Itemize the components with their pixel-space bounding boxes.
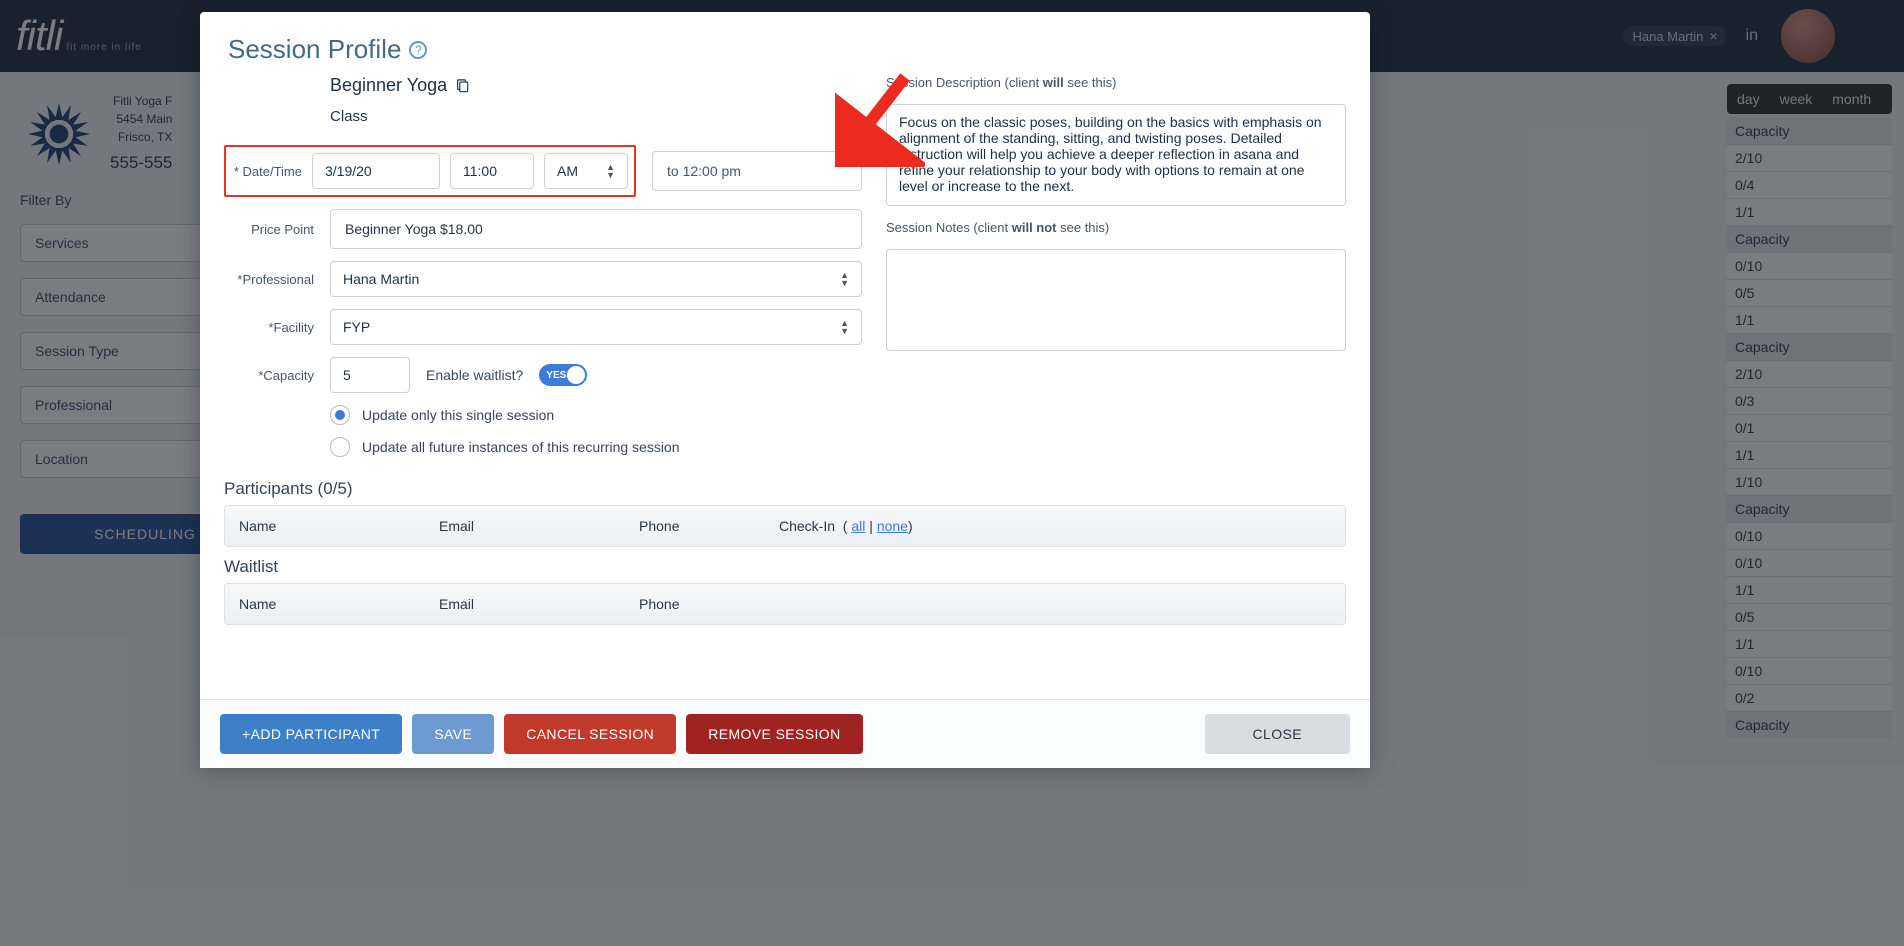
- session-type: Class: [330, 108, 862, 125]
- session-name-text: Beginner Yoga: [330, 75, 447, 96]
- end-time-display: to 12:00 pm: [652, 151, 862, 191]
- datetime-label: * Date/Time: [232, 164, 302, 179]
- description-input[interactable]: [886, 104, 1346, 206]
- professional-label: *Professional: [224, 272, 314, 287]
- waitlist-label: Enable waitlist?: [426, 367, 523, 383]
- session-profile-modal: Session Profile ? Beginner Yoga Class * …: [200, 12, 1370, 768]
- toggle-knob-icon: [567, 366, 585, 384]
- time-input[interactable]: [450, 153, 534, 189]
- th-phone: Phone: [639, 518, 779, 534]
- participants-title: Participants (0/5): [224, 479, 862, 499]
- datetime-row: * Date/Time AM ▲▼ to 12:00 pm: [224, 145, 862, 197]
- modal-footer: +ADD PARTICIPANT SAVE CANCEL SESSION REM…: [200, 699, 1370, 768]
- th-email: Email: [439, 518, 639, 534]
- remove-session-button[interactable]: REMOVE SESSION: [686, 714, 862, 754]
- capacity-label: *Capacity: [224, 368, 314, 383]
- date-input[interactable]: [312, 153, 440, 189]
- update-single-label: Update only this single session: [362, 407, 554, 423]
- checkin-all-link[interactable]: all: [851, 518, 865, 534]
- description-label: Session Description (client will see thi…: [886, 75, 1346, 90]
- chevron-updown-icon: ▲▼: [840, 319, 849, 335]
- modal-title: Session Profile ?: [200, 12, 1370, 75]
- cancel-session-button[interactable]: CANCEL SESSION: [504, 714, 676, 754]
- update-single-radio[interactable]: [330, 405, 350, 425]
- session-name: Beginner Yoga: [330, 75, 862, 96]
- notes-input[interactable]: [886, 249, 1346, 351]
- chevron-updown-icon: ▲▼: [606, 163, 615, 179]
- ampm-select[interactable]: AM ▲▼: [544, 153, 628, 189]
- update-all-label: Update all future instances of this recu…: [362, 439, 680, 455]
- update-all-radio[interactable]: [330, 437, 350, 457]
- facility-value: FYP: [343, 319, 370, 335]
- price-point-value[interactable]: Beginner Yoga $18.00: [330, 209, 862, 249]
- waitlist-title: Waitlist: [224, 557, 862, 577]
- copy-icon[interactable]: [455, 79, 469, 93]
- waitlist-toggle[interactable]: YES: [539, 364, 587, 386]
- th-phone: Phone: [639, 596, 779, 612]
- close-button[interactable]: CLOSE: [1205, 714, 1350, 754]
- add-participant-button[interactable]: +ADD PARTICIPANT: [220, 714, 402, 754]
- facility-select[interactable]: FYP ▲▼: [330, 309, 862, 345]
- save-button[interactable]: SAVE: [412, 714, 494, 754]
- th-name: Name: [239, 518, 439, 534]
- th-email: Email: [439, 596, 639, 612]
- price-label: Price Point: [224, 222, 314, 237]
- th-name: Name: [239, 596, 439, 612]
- modal-title-text: Session Profile: [228, 34, 401, 65]
- facility-label: *Facility: [224, 320, 314, 335]
- notes-label: Session Notes (client will not see this): [886, 220, 1346, 235]
- professional-select[interactable]: Hana Martin ▲▼: [330, 261, 862, 297]
- ampm-value: AM: [557, 163, 578, 179]
- professional-value: Hana Martin: [343, 271, 419, 287]
- toggle-yes: YES: [546, 370, 566, 381]
- help-icon[interactable]: ?: [409, 41, 427, 59]
- capacity-input[interactable]: [330, 357, 410, 393]
- chevron-updown-icon: ▲▼: [840, 271, 849, 287]
